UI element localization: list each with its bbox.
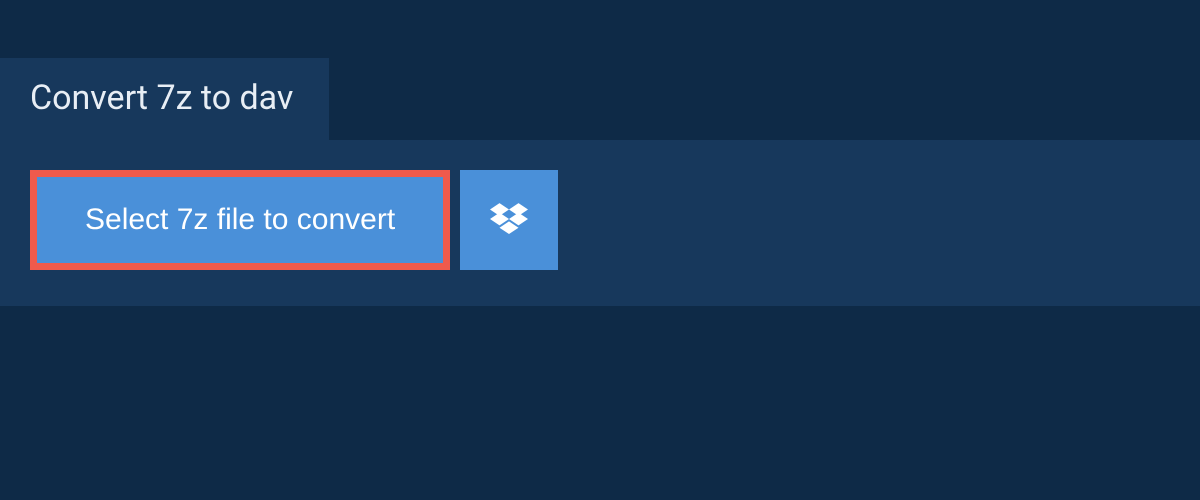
converter-panel: Select 7z file to convert <box>0 140 1200 306</box>
select-file-label: Select 7z file to convert <box>85 203 395 237</box>
dropbox-icon <box>490 200 528 241</box>
select-file-button[interactable]: Select 7z file to convert <box>30 170 450 270</box>
tab-title: Convert 7z to dav <box>30 78 293 118</box>
tab-header: Convert 7z to dav <box>0 58 329 140</box>
upload-button-group: Select 7z file to convert <box>30 170 1170 270</box>
dropbox-button[interactable] <box>460 170 558 270</box>
